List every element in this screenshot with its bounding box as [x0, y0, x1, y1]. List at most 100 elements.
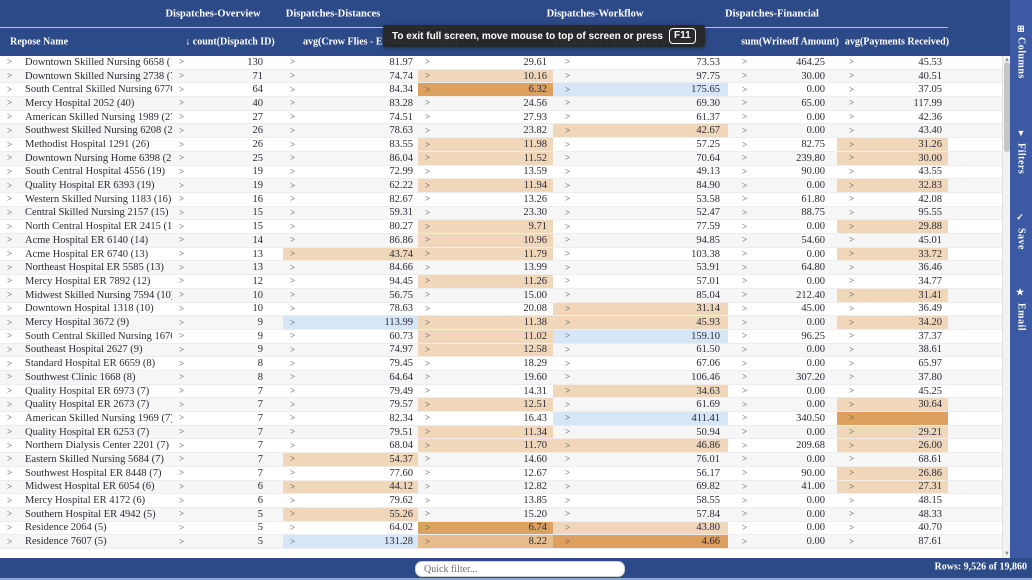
expand-chevron-icon[interactable]: > — [7, 400, 12, 409]
expand-chevron-icon[interactable]: > — [179, 387, 184, 396]
expand-chevron-icon[interactable]: > — [742, 387, 747, 396]
expand-chevron-icon[interactable]: > — [425, 455, 430, 464]
expand-chevron-icon[interactable]: > — [742, 482, 747, 491]
expand-chevron-icon[interactable]: > — [849, 85, 854, 94]
expand-chevron-icon[interactable]: > — [849, 414, 854, 423]
expand-chevron-icon[interactable]: > — [7, 373, 12, 382]
expand-chevron-icon[interactable]: > — [7, 250, 12, 259]
expand-chevron-icon[interactable]: > — [849, 126, 854, 135]
sidebar-item-email[interactable]: ★ Email — [1010, 288, 1032, 331]
expand-chevron-icon[interactable]: > — [179, 236, 184, 245]
expand-chevron-icon[interactable]: > — [290, 140, 295, 149]
expand-chevron-icon[interactable]: > — [742, 400, 747, 409]
expand-chevron-icon[interactable]: > — [7, 195, 12, 204]
expand-chevron-icon[interactable]: > — [290, 510, 295, 519]
expand-chevron-icon[interactable]: > — [425, 523, 430, 532]
expand-chevron-icon[interactable]: > — [7, 414, 12, 423]
expand-chevron-icon[interactable]: > — [849, 72, 854, 81]
expand-chevron-icon[interactable]: > — [849, 441, 854, 450]
expand-chevron-icon[interactable]: > — [290, 523, 295, 532]
expand-chevron-icon[interactable]: > — [425, 510, 430, 519]
expand-chevron-icon[interactable]: > — [565, 387, 570, 396]
expand-chevron-icon[interactable]: > — [290, 441, 295, 450]
expand-chevron-icon[interactable]: > — [425, 359, 430, 368]
expand-chevron-icon[interactable]: > — [742, 236, 747, 245]
expand-chevron-icon[interactable]: > — [290, 222, 295, 231]
expand-chevron-icon[interactable]: > — [179, 482, 184, 491]
expand-chevron-icon[interactable]: > — [565, 304, 570, 313]
expand-chevron-icon[interactable]: > — [7, 85, 12, 94]
expand-chevron-icon[interactable]: > — [179, 154, 184, 163]
col-header-payments-received[interactable]: avg(Payments Received) — [845, 37, 949, 48]
expand-chevron-icon[interactable]: > — [565, 154, 570, 163]
expand-chevron-icon[interactable]: > — [849, 263, 854, 272]
expand-chevron-icon[interactable]: > — [565, 400, 570, 409]
expand-chevron-icon[interactable]: > — [7, 441, 12, 450]
expand-chevron-icon[interactable]: > — [425, 167, 430, 176]
expand-chevron-icon[interactable]: > — [179, 332, 184, 341]
expand-chevron-icon[interactable]: > — [425, 387, 430, 396]
expand-chevron-icon[interactable]: > — [7, 208, 12, 217]
expand-chevron-icon[interactable]: > — [565, 167, 570, 176]
expand-chevron-icon[interactable]: > — [425, 482, 430, 491]
expand-chevron-icon[interactable]: > — [290, 496, 295, 505]
expand-chevron-icon[interactable]: > — [7, 277, 12, 286]
expand-chevron-icon[interactable]: > — [849, 99, 854, 108]
expand-chevron-icon[interactable]: > — [565, 441, 570, 450]
expand-chevron-icon[interactable]: > — [290, 345, 295, 354]
expand-chevron-icon[interactable]: > — [290, 428, 295, 437]
expand-chevron-icon[interactable]: > — [7, 387, 12, 396]
expand-chevron-icon[interactable]: > — [425, 263, 430, 272]
vertical-scrollbar[interactable]: ▲ ▼ — [1002, 56, 1010, 558]
expand-chevron-icon[interactable]: > — [7, 113, 12, 122]
expand-chevron-icon[interactable]: > — [742, 113, 747, 122]
expand-chevron-icon[interactable]: > — [565, 181, 570, 190]
expand-chevron-icon[interactable]: > — [849, 236, 854, 245]
expand-chevron-icon[interactable]: > — [565, 99, 570, 108]
expand-chevron-icon[interactable]: > — [565, 58, 570, 67]
expand-chevron-icon[interactable]: > — [849, 318, 854, 327]
expand-chevron-icon[interactable]: > — [7, 332, 12, 341]
expand-chevron-icon[interactable]: > — [7, 510, 12, 519]
expand-chevron-icon[interactable]: > — [290, 455, 295, 464]
expand-chevron-icon[interactable]: > — [7, 304, 12, 313]
expand-chevron-icon[interactable]: > — [7, 72, 12, 81]
expand-chevron-icon[interactable]: > — [179, 469, 184, 478]
expand-chevron-icon[interactable]: > — [849, 58, 854, 67]
expand-chevron-icon[interactable]: > — [179, 58, 184, 67]
expand-chevron-icon[interactable]: > — [742, 469, 747, 478]
expand-chevron-icon[interactable]: > — [849, 195, 854, 204]
expand-chevron-icon[interactable]: > — [425, 85, 430, 94]
expand-chevron-icon[interactable]: > — [565, 318, 570, 327]
expand-chevron-icon[interactable]: > — [290, 537, 295, 546]
expand-chevron-icon[interactable]: > — [425, 72, 430, 81]
expand-chevron-icon[interactable]: > — [742, 58, 747, 67]
expand-chevron-icon[interactable]: > — [7, 126, 12, 135]
expand-chevron-icon[interactable]: > — [290, 167, 295, 176]
expand-chevron-icon[interactable]: > — [742, 496, 747, 505]
expand-chevron-icon[interactable]: > — [742, 167, 747, 176]
expand-chevron-icon[interactable]: > — [425, 428, 430, 437]
expand-chevron-icon[interactable]: > — [425, 277, 430, 286]
expand-chevron-icon[interactable]: > — [7, 99, 12, 108]
expand-chevron-icon[interactable]: > — [290, 208, 295, 217]
expand-chevron-icon[interactable]: > — [565, 140, 570, 149]
expand-chevron-icon[interactable]: > — [290, 414, 295, 423]
expand-chevron-icon[interactable]: > — [742, 318, 747, 327]
expand-chevron-icon[interactable]: > — [7, 291, 12, 300]
expand-chevron-icon[interactable]: > — [425, 318, 430, 327]
expand-chevron-icon[interactable]: > — [179, 222, 184, 231]
expand-chevron-icon[interactable]: > — [742, 126, 747, 135]
expand-chevron-icon[interactable]: > — [179, 72, 184, 81]
expand-chevron-icon[interactable]: > — [742, 250, 747, 259]
expand-chevron-icon[interactable]: > — [425, 496, 430, 505]
expand-chevron-icon[interactable]: > — [425, 236, 430, 245]
expand-chevron-icon[interactable]: > — [742, 140, 747, 149]
expand-chevron-icon[interactable]: > — [565, 373, 570, 382]
expand-chevron-icon[interactable]: > — [742, 455, 747, 464]
expand-chevron-icon[interactable]: > — [290, 400, 295, 409]
expand-chevron-icon[interactable]: > — [290, 304, 295, 313]
expand-chevron-icon[interactable]: > — [7, 359, 12, 368]
expand-chevron-icon[interactable]: > — [179, 140, 184, 149]
expand-chevron-icon[interactable]: > — [179, 345, 184, 354]
